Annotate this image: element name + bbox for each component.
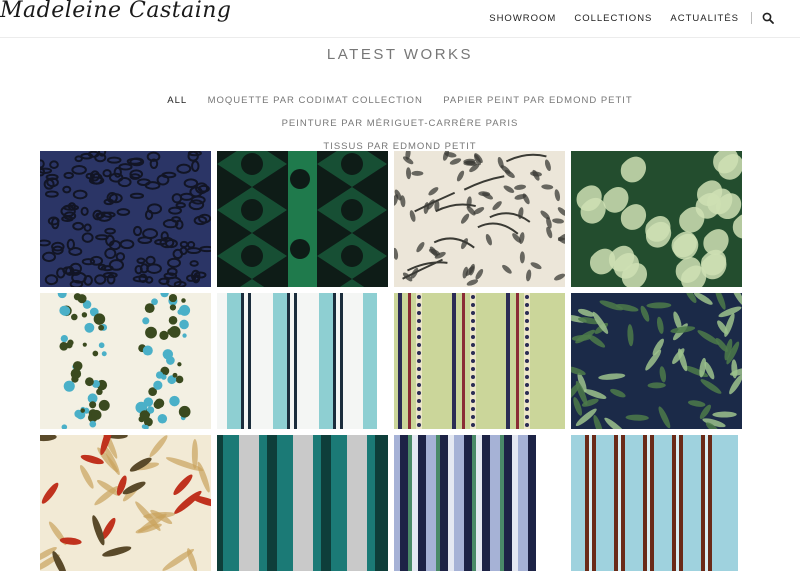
gallery-tile[interactable] [40,435,211,571]
fabric-swatch-image [571,435,738,571]
gallery-tile[interactable] [571,293,742,429]
gallery-tile[interactable] [217,293,388,429]
gallery-tile[interactable] [394,435,565,571]
filter-all[interactable]: ALL [167,90,187,111]
gallery-tile[interactable] [217,151,388,287]
category-filters: ALL MOQUETTE PAR CODIMAT COLLECTION PAPI… [40,88,760,157]
nav-item-showroom[interactable]: SHOWROOM [489,13,556,24]
fabric-swatch-image [217,293,377,429]
filter-papier-peint[interactable]: PAPIER PEINT PAR EDMOND PETIT [443,90,632,111]
fabric-swatch-image [40,151,211,287]
gallery-tile[interactable] [571,151,742,287]
gallery-grid [40,151,743,571]
fabric-swatch-image [394,435,536,571]
fabric-swatch-image [217,151,388,287]
site-header: Madeleine Castaing SHOWROOM COLLECTIONS … [0,0,800,38]
brand-logo[interactable]: Madeleine Castaing [0,0,232,23]
nav-item-collections[interactable]: COLLECTIONS [574,13,652,24]
main-nav: SHOWROOM COLLECTIONS ACTUALITÉS [471,12,774,24]
fabric-swatch-image [40,293,211,429]
fabric-swatch-image [394,151,565,287]
gallery-tile[interactable] [40,151,211,287]
fabric-swatch-image [40,435,211,571]
fabric-swatch-image [217,435,388,571]
filter-peinture[interactable]: PEINTURE PAR MÉRIGUET-CARRÈRE PARIS [282,113,519,134]
page-title: LATEST WORKS [326,46,474,63]
gallery-tile[interactable] [394,151,565,287]
fabric-swatch-image [394,293,565,429]
filter-moquette[interactable]: MOQUETTE PAR CODIMAT COLLECTION [208,90,423,111]
gallery-tile[interactable] [571,435,742,571]
gallery-tile[interactable] [394,293,565,429]
fabric-swatch-image [571,151,742,287]
search-icon[interactable] [762,12,774,24]
fabric-swatch-image [571,293,742,429]
nav-item-actualites[interactable]: ACTUALITÉS [670,13,739,24]
gallery-tile[interactable] [40,293,211,429]
nav-divider [751,12,752,24]
gallery-tile[interactable] [217,435,388,571]
